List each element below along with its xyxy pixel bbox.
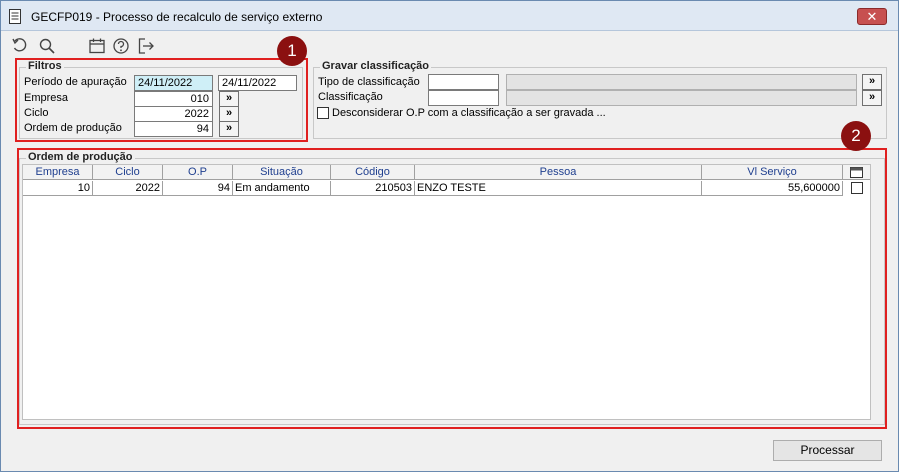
window-title: GECFP019 - Processo de recalculo de serv… [31,10,323,24]
tipo-lookup-button[interactable]: » [862,74,882,90]
classificacao-lookup-button[interactable]: » [862,90,882,106]
help-icon[interactable] [112,37,130,55]
tipo-label: Tipo de classificação [318,76,420,88]
close-icon: ✕ [866,9,878,24]
classificacao-label: Classificação [318,91,383,103]
tipo-input[interactable] [428,74,499,90]
close-button[interactable]: ✕ [857,8,887,25]
title-bar: GECFP019 - Processo de recalculo de serv… [1,1,898,31]
classificacao-input[interactable] [428,90,499,106]
classificacao-description [506,90,857,106]
annotation-badge-2: 2 [841,121,871,151]
calendar-icon[interactable] [88,37,106,55]
tipo-description [506,74,857,90]
search-icon[interactable] [38,37,56,55]
annotation-frame-2 [17,148,887,429]
exit-icon[interactable] [137,37,155,55]
main-window: GECFP019 - Processo de recalculo de serv… [0,0,899,472]
document-icon [9,9,21,24]
desconsiderar-checkbox[interactable] [317,107,329,119]
annotation-badge-1: 1 [277,36,307,66]
annotation-frame-1 [15,58,308,142]
processar-button[interactable]: Processar [773,440,882,461]
undo-icon[interactable] [11,37,29,55]
desconsiderar-label: Desconsiderar O.P com a classificação a … [332,107,606,119]
gravar-legend: Gravar classificação [320,60,432,72]
